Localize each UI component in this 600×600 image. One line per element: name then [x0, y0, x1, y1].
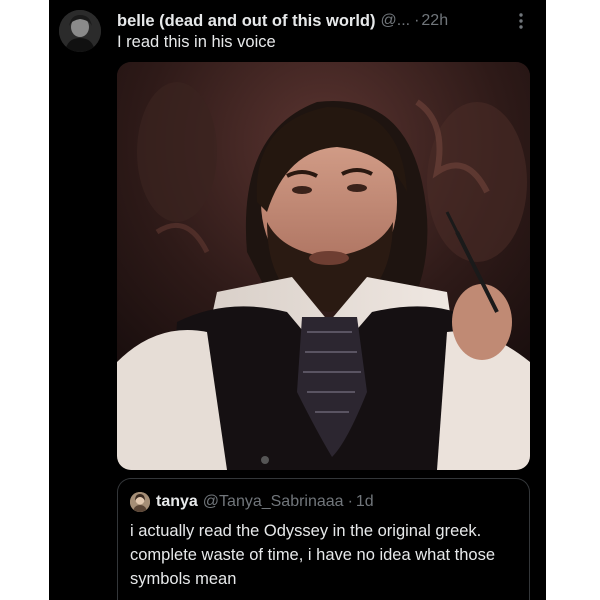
display-name[interactable]: belle (dead and out of this world) — [117, 12, 376, 31]
quoted-tweet-text: i actually read the Odyssey in the origi… — [130, 522, 496, 588]
quoted-display-name[interactable]: tanya — [156, 493, 198, 511]
quoted-tweet-header: tanya @Tanya_Sabrinaaa · 1d — [130, 491, 374, 513]
avatar[interactable] — [59, 10, 101, 52]
quoted-separator-dot: · — [347, 493, 353, 510]
user-handle[interactable]: @... — [381, 12, 411, 30]
timestamp[interactable]: 22h — [421, 12, 448, 30]
tweet-media-image[interactable] — [117, 62, 530, 470]
separator-dot: · — [414, 12, 420, 29]
quoted-user-handle[interactable]: @Tanya_Sabrinaaa — [203, 493, 344, 511]
quoted-tweet[interactable]: tanya @Tanya_Sabrinaaa · 1d i actually r… — [117, 478, 530, 600]
quoted-timestamp[interactable]: 1d — [356, 493, 374, 511]
tweet-text: I read this in his voice — [117, 33, 276, 51]
quoted-avatar[interactable] — [130, 492, 150, 512]
tweet-header: belle (dead and out of this world) @... … — [117, 10, 538, 32]
more-vertical-icon[interactable] — [514, 10, 528, 32]
tweet-panel: belle (dead and out of this world) @... … — [49, 0, 546, 600]
avatar-image — [59, 10, 101, 52]
